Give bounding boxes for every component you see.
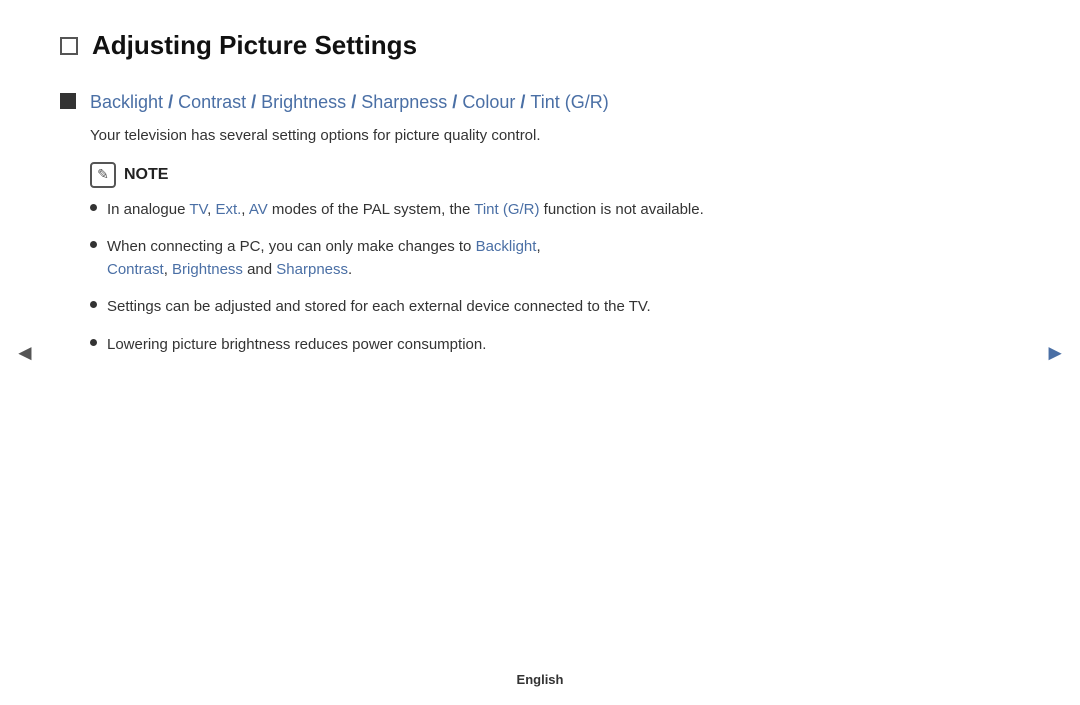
section-heading: Backlight / Contrast / Brightness / Shar… [90,89,1000,115]
link-backlight[interactable]: Backlight [476,238,537,255]
heading-sharpness[interactable]: Sharpness [361,92,447,112]
heading-contrast[interactable]: Contrast [178,92,246,112]
bullet-dot-icon [90,241,97,248]
link-tv[interactable]: TV [189,201,207,218]
title-checkbox-icon [60,37,78,55]
bullet-1-text: In analogue TV, Ext., AV modes of the PA… [107,198,704,221]
link-contrast[interactable]: Contrast [107,261,164,278]
list-item: When connecting a PC, you can only make … [90,235,1000,282]
main-section: Backlight / Contrast / Brightness / Shar… [60,89,1000,370]
note-label: NOTE [124,166,168,184]
bullet-4-text: Lowering picture brightness reduces powe… [107,333,486,356]
link-ext[interactable]: Ext. [215,201,241,218]
bullet-dot-icon [90,204,97,211]
list-item: Settings can be adjusted and stored for … [90,295,1000,318]
bullet-list: In analogue TV, Ext., AV modes of the PA… [90,198,1000,356]
footer-language: English [517,672,564,687]
link-sharpness[interactable]: Sharpness [276,261,348,278]
list-item: Lowering picture brightness reduces powe… [90,333,1000,356]
note-header: NOTE [90,162,1000,188]
section-bullet-icon [60,93,76,109]
link-tint-gr[interactable]: Tint (G/R) [474,201,539,218]
heading-tint[interactable]: Tint (G/R) [530,92,608,112]
link-brightness[interactable]: Brightness [172,261,243,278]
note-box: NOTE In analogue TV, Ext., AV modes of t… [90,162,1000,356]
heading-colour[interactable]: Colour [462,92,515,112]
bullet-2-text: When connecting a PC, you can only make … [107,235,541,282]
page-title: Adjusting Picture Settings [92,30,417,61]
bullet-dot-icon [90,301,97,308]
page-container: Adjusting Picture Settings Backlight / C… [0,0,1080,705]
section-content: Backlight / Contrast / Brightness / Shar… [90,89,1000,370]
heading-backlight[interactable]: Backlight [90,92,163,112]
bullet-dot-icon [90,339,97,346]
list-item: In analogue TV, Ext., AV modes of the PA… [90,198,1000,221]
section-description: Your television has several setting opti… [90,125,1000,148]
link-av[interactable]: AV [249,201,268,218]
note-icon [90,162,116,188]
heading-brightness[interactable]: Brightness [261,92,346,112]
page-title-row: Adjusting Picture Settings [60,30,1000,61]
bullet-3-text: Settings can be adjusted and stored for … [107,295,651,318]
